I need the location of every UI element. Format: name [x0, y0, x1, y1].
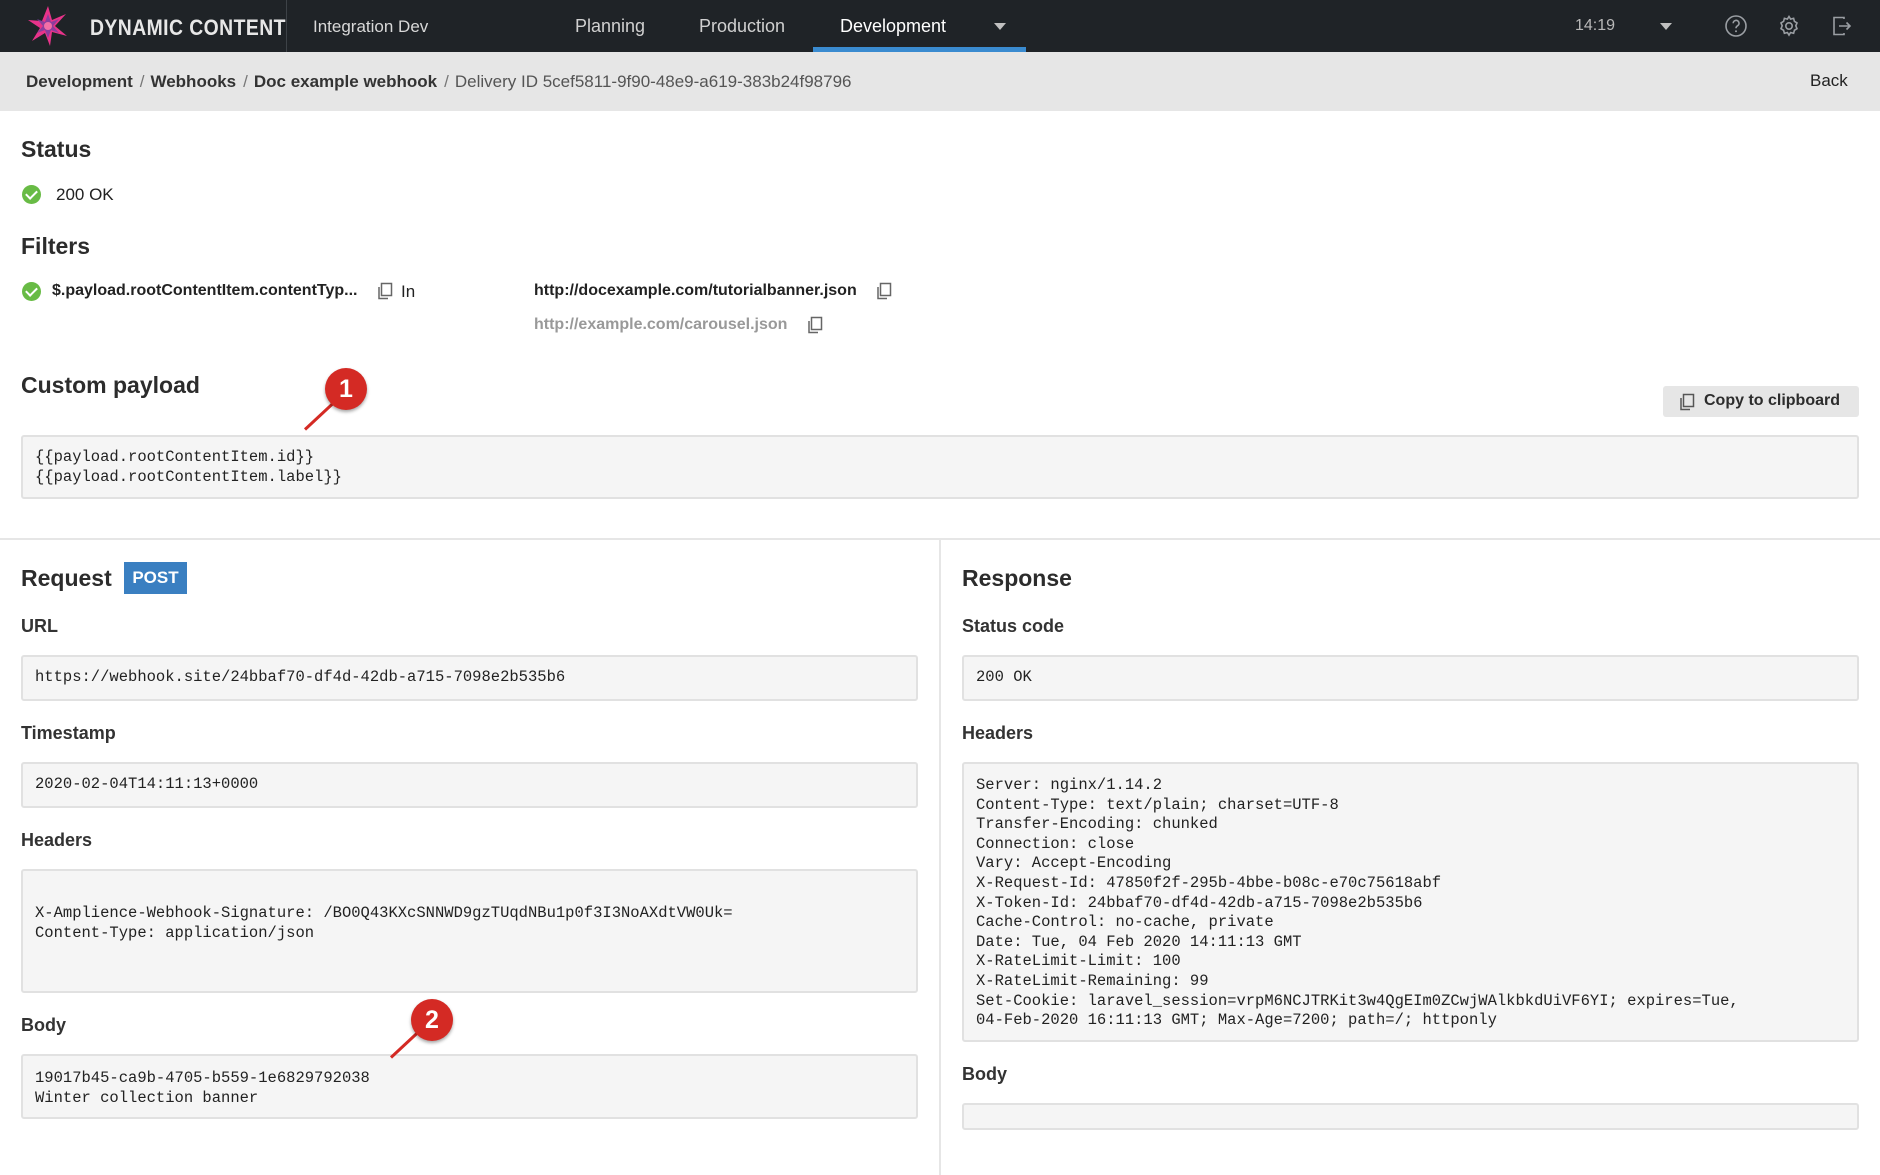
- annotation-marker-2: 2: [411, 999, 453, 1041]
- tab-planning[interactable]: Planning: [556, 0, 664, 52]
- url-label: URL: [21, 616, 58, 636]
- tab-development[interactable]: Development: [813, 0, 973, 52]
- request-body-label: Body: [21, 1015, 66, 1035]
- response-heading: Response: [962, 565, 1072, 591]
- response-status-code-field: 200 OK: [962, 655, 1859, 701]
- request-headers-box: X-Amplience-Webhook-Signature: /BO0Q43KX…: [21, 869, 918, 993]
- annotation-marker-1: 1: [325, 368, 367, 410]
- column-divider: [939, 540, 941, 1175]
- copy-to-clipboard-button[interactable]: Copy to clipboard: [1663, 386, 1859, 417]
- clock-dropdown-chevron-icon[interactable]: [1660, 23, 1672, 30]
- request-timestamp-field: 2020-02-04T14:11:13+0000: [21, 762, 918, 808]
- breadcrumb: Development / Webhooks / Doc example webhook…: [26, 72, 852, 91]
- copy-to-clipboard-label: Copy to clipboard: [1704, 392, 1840, 409]
- custom-payload-box: {{payload.rootContentItem.id}} {{payload…: [21, 435, 1859, 499]
- help-icon[interactable]: [1724, 14, 1748, 38]
- timestamp-label: Timestamp: [21, 723, 116, 743]
- hub-selector[interactable]: Integration Dev: [313, 17, 428, 37]
- breadcrumb-webhook[interactable]: Doc example webhook: [254, 72, 437, 91]
- filter-check-icon: [22, 282, 41, 301]
- back-button[interactable]: Back: [1810, 71, 1848, 91]
- breadcrumb-current: Delivery ID 5cef5811-9f90-48e9-a619-383b…: [454, 72, 852, 91]
- copy-icon[interactable]: [875, 282, 893, 300]
- success-check-icon: [22, 185, 41, 204]
- filters-heading: Filters: [21, 233, 91, 259]
- request-heading: Request: [21, 565, 112, 591]
- custom-payload-heading: Custom payload: [21, 372, 200, 398]
- request-url-field: https://webhook.site/24bbaf70-df4d-42db-…: [21, 655, 918, 701]
- filter-path: $.payload.rootContentItem.contentTyp...: [52, 282, 358, 299]
- top-navigation-bar: DYNAMIC CONTENT Integration Dev Planning…: [0, 0, 1880, 52]
- chevron-down-icon[interactable]: [994, 23, 1006, 30]
- request-headers-label: Headers: [21, 830, 93, 850]
- annotation-pointer-1: [303, 401, 336, 431]
- breadcrumb-webhooks[interactable]: Webhooks: [150, 72, 236, 91]
- status-value: 200 OK: [56, 185, 114, 204]
- filter-operator: In: [401, 282, 416, 301]
- breadcrumb-development[interactable]: Development: [26, 72, 133, 91]
- method-badge: POST: [124, 562, 187, 594]
- dynamic-content-logo-icon[interactable]: [26, 4, 70, 48]
- hub-divider: [286, 0, 287, 52]
- copy-icon[interactable]: [376, 282, 394, 300]
- status-heading: Status: [21, 136, 92, 162]
- copy-icon[interactable]: [806, 316, 824, 334]
- filter-value-1: http://docexample.com/tutorialbanner.jso…: [534, 282, 857, 299]
- response-headers-label: Headers: [962, 723, 1034, 743]
- response-body-box: [962, 1103, 1859, 1130]
- status-code-label: Status code: [962, 616, 1065, 636]
- tab-production[interactable]: Production: [686, 0, 798, 52]
- request-body-box: 19017b45-ca9b-4705-b559-1e6829792038 Win…: [21, 1054, 918, 1119]
- clock: 14:19: [1575, 17, 1616, 34]
- copy-icon: [1680, 393, 1695, 411]
- response-headers-box: Server: nginx/1.14.2 Content-Type: text/…: [962, 762, 1859, 1042]
- settings-gear-icon[interactable]: [1777, 14, 1801, 38]
- response-body-label: Body: [962, 1064, 1007, 1084]
- brand-name: DYNAMIC CONTENT: [90, 15, 286, 40]
- logout-icon[interactable]: [1830, 14, 1854, 38]
- breadcrumb-bar: Development / Webhooks / Doc example webhook…: [0, 52, 1880, 111]
- filter-value-2: http://example.com/carousel.json: [534, 316, 788, 333]
